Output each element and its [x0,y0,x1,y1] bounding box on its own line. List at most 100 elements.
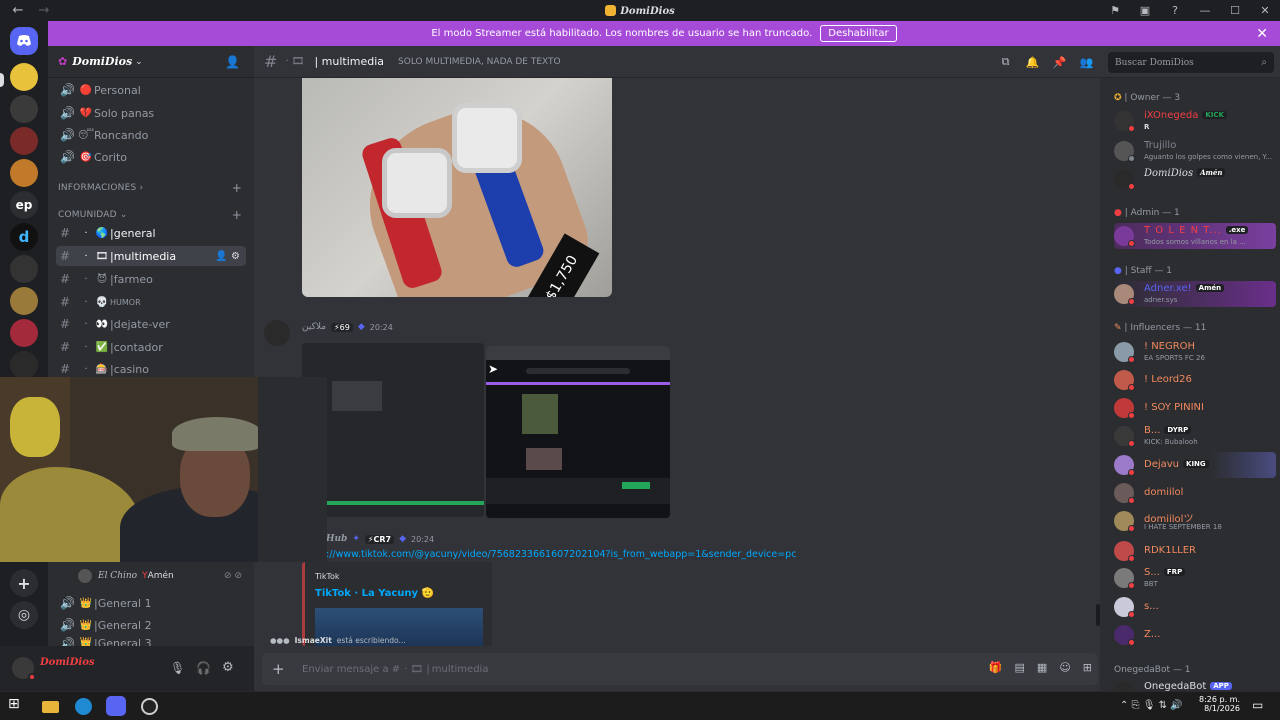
close-banner-icon[interactable]: ✕ [1256,26,1268,42]
avatar[interactable] [264,320,290,346]
apps-icon[interactable]: ⊞ [1083,661,1092,674]
member-item[interactable]: domiilol [1114,480,1274,506]
member-item[interactable]: ! NEGROH EA SPORTS FC 26 [1114,339,1274,365]
member-item[interactable]: Dejavu KING [1114,452,1276,478]
sticker-icon[interactable]: ▦ [1037,661,1047,674]
message-author[interactable]: ملاكين [302,322,326,332]
discord-taskbar-icon[interactable] [106,696,126,716]
member-name: ! NEGROH [1144,341,1196,352]
text-channel-multimedia[interactable]: # · 🎞 | multimedia 👤 ⚙ [56,246,246,266]
server-icon-d[interactable]: d [10,223,38,251]
member-item[interactable]: RDK1LLER [1114,538,1274,564]
member-tag: DYRP [1164,426,1192,434]
voice-connected-user[interactable]: El Chino Y Amén ⊘ ⊘ [78,568,248,584]
notifications-icon[interactable]: ▭ [1252,698,1263,712]
add-channel-icon[interactable]: + [232,181,242,195]
server-icon-ep[interactable]: ep [10,191,38,219]
server-icon-3[interactable] [10,127,38,155]
emoji-icon[interactable]: ☺ [1059,661,1070,674]
add-channel-icon[interactable]: + [232,208,242,222]
clock[interactable]: 8:26 p. m. 8/1/2026 [1198,695,1240,713]
member-item[interactable]: iXOnegeda KICK R [1114,108,1274,134]
server-icon-glitch[interactable] [10,255,38,283]
maximize-icon[interactable]: ☐ [1220,4,1250,17]
close-window-icon[interactable]: ✕ [1250,4,1280,17]
minimize-icon[interactable]: — [1190,4,1220,17]
discord-home-icon[interactable] [10,27,38,55]
channel-emoji: 🎞 [95,250,109,262]
member-item[interactable]: B... DYRP KICK: Bubalooh [1114,423,1274,449]
headphones-icon[interactable]: 🎧 [196,661,211,675]
pinned-messages-icon[interactable]: 📌 [1046,56,1073,69]
message-image-watches[interactable]: $1,750 [302,78,612,297]
text-channel-dejate-ver[interactable]: # · 👀 | dejate-ver [56,314,246,334]
member-item[interactable]: ! SOY PININI [1114,395,1274,421]
server-icon-9[interactable] [10,351,38,379]
member-item[interactable]: DomiDios Amén [1114,166,1274,192]
voice-channel-general-1[interactable]: 🔊 👑 | General 1 [56,593,246,613]
message-input[interactable]: + Enviar mensaje a # · 🎞 | multimedia 🎁 … [262,653,1098,685]
category-informaciones[interactable]: INFORMACIONES › + [58,181,248,195]
threads-icon[interactable]: ⧉ [992,55,1019,69]
member-item[interactable]: S... FRP BBT [1114,565,1274,591]
film-icon: · 🎞 [285,56,305,67]
category-comunidad[interactable]: COMUNIDAD ⌄ + [58,208,248,222]
search-icon: ⌕ [1261,57,1267,68]
message-image-screenshot-1[interactable] [302,343,484,517]
text-channel-casino[interactable]: # · 🎰 | casino [56,359,246,379]
server-icon-7[interactable] [10,287,38,315]
screen-icon[interactable]: ▣ [1130,4,1160,17]
server-icon-domidios[interactable] [10,63,38,91]
member-status: Aguanto los golpes como vienen, Y... [1144,153,1273,161]
system-tray-icons[interactable]: ⌃ ⎘ 🎙 ⇅ 🔊 [1120,700,1183,711]
member-item[interactable]: Adner.xe! Amén adner.sys [1114,281,1276,307]
obs-icon[interactable] [141,698,158,715]
server-header[interactable]: ✿ DomiDios ⌄ 👤 [48,46,254,78]
gif-icon[interactable]: ▤ [1015,661,1025,674]
voice-channel-solo-panas[interactable]: 🔊 💔 Solo panas [56,103,246,123]
file-explorer-icon[interactable] [42,701,59,713]
explore-icon[interactable]: ◎ [10,601,38,629]
member-item[interactable]: Z... [1114,622,1274,648]
add-server-icon[interactable]: + [10,569,38,597]
clock-date: 8/1/2026 [1204,704,1240,713]
member-item[interactable]: Trujillo Aguanto los golpes como vienen, … [1114,138,1274,164]
channel-settings-icon[interactable]: 👤 ⚙ [215,251,240,262]
search-input[interactable]: Buscar DomiDios ⌕ [1108,52,1274,73]
edge-browser-icon[interactable] [75,698,92,715]
text-channel-general[interactable]: # · 🌎 | general [56,223,246,243]
voice-channel-corito[interactable]: 🔊 🎯 Corito [56,147,246,167]
text-channel-farmeo[interactable]: # · 😈 | farmeo [56,269,246,289]
member-item[interactable]: domiilolツ I HATE SEPTEMBER 18 [1114,508,1274,534]
help-icon[interactable]: ? [1160,4,1190,17]
inbox-flag-icon[interactable]: ⚑ [1100,4,1130,17]
server-icon-8[interactable] [10,319,38,347]
disable-streamer-button[interactable]: Deshabilitar [820,25,897,42]
notification-bell-icon[interactable]: 🔔 [1019,56,1046,69]
embed-title[interactable]: TikTok · La Yacuny 🫡 [315,588,434,599]
server-icon-2[interactable] [10,95,38,123]
voice-channel-general-2[interactable]: 🔊 👑 | General 2 [56,615,246,635]
windows-start-icon[interactable]: ⊞ [8,696,25,713]
message-author[interactable]: Hub [326,534,347,544]
member-item[interactable]: s... [1114,594,1274,620]
server-icon-4[interactable] [10,159,38,187]
invite-people-icon[interactable]: 👤 [225,55,240,69]
member-item[interactable]: OnegedaBot APP [1114,678,1274,691]
member-item[interactable]: T O L E N T... .exe Todos somos villanos e… [1114,223,1276,249]
add-attachment-icon[interactable]: + [272,660,292,678]
gift-icon[interactable]: 🎁 [989,661,1003,674]
text-channel-contador[interactable]: # · ✅ | contador [56,337,246,357]
voice-channel-roncando[interactable]: 🔊 😴 Roncando [56,125,246,145]
voice-channel-general-3[interactable]: 🔊 👑 | General 3 [56,637,246,646]
member-item[interactable]: ! Leord26 [1114,367,1274,393]
message-image-screenshot-2[interactable] [486,346,670,518]
channel-header: # · 🎞 | multimedia SOLO MULTIMEDIA, NADA… [254,46,1100,78]
member-list-icon[interactable]: 👥 [1073,56,1100,69]
channel-emoji: 🌎 [95,227,109,239]
voice-channel-personal[interactable]: 🔊 🔴 Personal [56,80,246,100]
message-link[interactable]: ://www.tiktok.com/@yacuny/video/75682336… [326,549,796,560]
user-settings-gear-icon[interactable]: ⚙ [222,660,234,675]
microphone-icon[interactable]: 🎙 [170,661,185,675]
text-channel-humor[interactable]: # · 💀 HUMOR [56,292,246,312]
